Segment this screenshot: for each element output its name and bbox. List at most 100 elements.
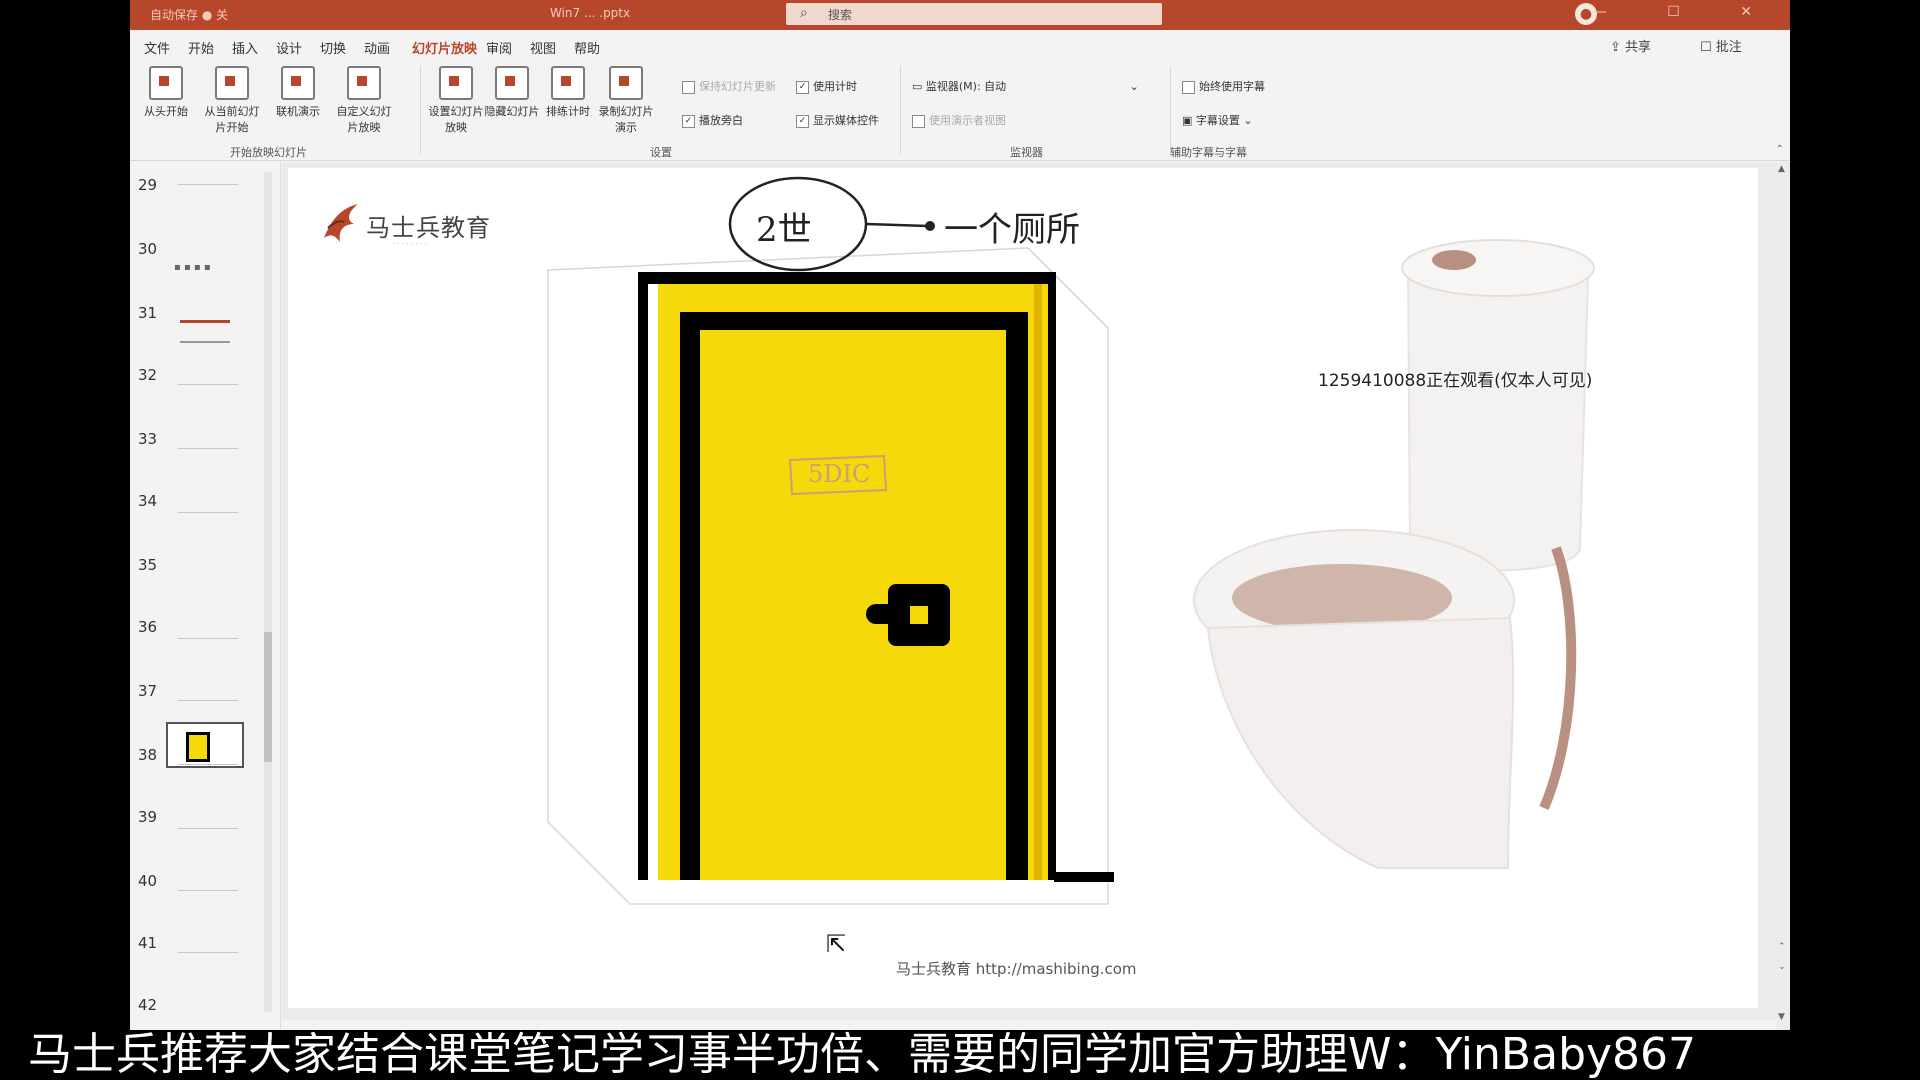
slide-thumbnail[interactable] — [178, 638, 238, 647]
record-button[interactable]: 录制幻灯片演示 — [596, 66, 656, 135]
slide-thumbnail-active[interactable] — [166, 722, 244, 768]
comments-label: 批注 — [1715, 40, 1742, 55]
slide-thumbnail[interactable] — [178, 384, 238, 393]
tab-transitions[interactable]: 切换 — [320, 38, 346, 57]
next-slide-icon[interactable]: ⌄ — [1778, 962, 1786, 972]
use-timing-checkbox[interactable]: ✓ 使用计时 — [796, 78, 857, 94]
always-subtitles-checkbox[interactable]: 始终使用字幕 — [1182, 78, 1265, 94]
checkbox-box — [912, 114, 925, 128]
slide-thumbnail[interactable] — [178, 448, 238, 457]
scrollbar-thumb[interactable] — [264, 632, 272, 762]
slide-drawing — [547, 176, 1595, 905]
custom-show-button[interactable]: 自定义幻灯片放映 — [334, 66, 394, 135]
show-media-controls-checkbox[interactable]: ✓ 显示媒体控件 — [796, 112, 879, 128]
slide-editor: 马士兵教育 · · · · · · · · 2世 一个厕所 5DIC 12594… — [282, 162, 1776, 1020]
slide-thumbnail[interactable] — [180, 320, 230, 343]
door-shade — [1034, 284, 1042, 880]
chevron-down-icon: ⌄ — [1129, 80, 1139, 93]
slide-thumbnail[interactable] — [178, 184, 238, 193]
thumb-number: 37 — [138, 682, 158, 700]
share-button[interactable]: ⇪ 共享 — [1610, 36, 1651, 55]
collapse-ribbon-icon[interactable]: ⌃ — [1776, 144, 1784, 155]
toilet-illustration — [1193, 239, 1595, 869]
search-box[interactable]: ⌕ 搜索 — [786, 3, 1162, 25]
door-sign-text: 5DIC — [808, 460, 871, 488]
group-label-monitors: 监视器 — [1010, 146, 1043, 159]
door-threshold — [1054, 872, 1114, 882]
present-online-button[interactable]: 联机演示 — [268, 66, 328, 119]
rehearse-label: 排练计时 — [546, 105, 590, 118]
search-placeholder: 搜索 — [828, 8, 853, 22]
presenter-view-label: 使用演示者视图 — [929, 114, 1006, 127]
ribbon-tabs: 文件 开始 插入 设计 切换 动画 幻灯片放映 审阅 视图 帮助 ⇪ 共享 ☐ … — [130, 30, 1790, 62]
ribbon-separator — [900, 66, 901, 154]
from-beginning-label: 从头开始 — [144, 105, 188, 118]
hide-slide-button[interactable]: 隐藏幻灯片 — [482, 66, 542, 119]
annotation-arrow — [865, 222, 929, 228]
from-current-button[interactable]: 从当前幻灯片开始 — [202, 66, 262, 135]
quick-access-toolbar[interactable]: 自动保存 ● 关 — [150, 6, 228, 23]
ribbon-separator — [1170, 66, 1171, 154]
thumb-number: 34 — [138, 492, 158, 510]
handwritten-annotation: 一个厕所 — [944, 210, 1080, 250]
door-panel — [700, 330, 1006, 880]
thumb-number: 38 — [138, 746, 158, 764]
thumb-number: 39 — [138, 808, 158, 826]
scroll-up-icon[interactable]: ▲ — [1778, 164, 1785, 174]
tab-insert[interactable]: 插入 — [232, 38, 258, 57]
slide-thumbnail-pane: 29 30 31 32 33 34 35 36 37 38 39 40 41 4… — [130, 162, 281, 1030]
thumb-number: 41 — [138, 934, 158, 952]
rehearse-button[interactable]: 排练计时 — [538, 66, 598, 119]
play-narration-checkbox[interactable]: ✓ 播放旁白 — [682, 112, 743, 128]
tab-slideshow[interactable]: 幻灯片放映 — [412, 38, 478, 62]
tab-animations[interactable]: 动画 — [364, 38, 390, 57]
thumb-number: 32 — [138, 366, 158, 384]
tab-help[interactable]: 帮助 — [574, 38, 600, 57]
subtitle-settings-button[interactable]: ▣ 字幕设置 ⌄ — [1182, 112, 1253, 128]
tab-review[interactable]: 审阅 — [486, 38, 512, 57]
thumb-number: 33 — [138, 430, 158, 448]
thumbnail-scrollbar[interactable] — [264, 172, 272, 1012]
group-label-captions: 辅助字幕与字幕 — [1170, 146, 1247, 159]
slide-thumbnail[interactable] — [178, 890, 238, 899]
checkmark-icon: ✓ — [796, 80, 809, 94]
checkbox-box — [1182, 80, 1195, 94]
record-label: 录制幻灯片演示 — [598, 105, 654, 134]
keep-updated-checkbox[interactable]: 保持幻灯片更新 — [682, 78, 776, 94]
slide-scrollbar[interactable]: ▲ ⌃ ⌄ ▼ — [1776, 162, 1790, 1030]
from-beginning-button[interactable]: 从头开始 — [136, 66, 196, 119]
slide-canvas[interactable]: 马士兵教育 · · · · · · · · 2世 一个厕所 5DIC 12594… — [288, 168, 1758, 1008]
slide-thumbnail[interactable] — [178, 952, 238, 961]
door-highlight — [648, 284, 658, 880]
checkmark-icon: ✓ — [682, 114, 695, 128]
slide-thumbnail[interactable] — [178, 512, 238, 521]
slide-thumbnail[interactable] — [178, 764, 238, 773]
window-controls[interactable]: — ☐ ✕ — [1593, 4, 1780, 20]
play-narration-label: 播放旁白 — [699, 114, 743, 127]
monitor-label: 监视器(M): — [925, 80, 981, 93]
tab-view[interactable]: 视图 — [530, 38, 556, 57]
subtitle-settings-label: 字幕设置 — [1195, 114, 1240, 127]
comments-button[interactable]: ☐ 批注 — [1700, 36, 1742, 55]
group-label-start: 开始放映幻灯片 — [230, 146, 307, 159]
presenter-view-checkbox[interactable]: 使用演示者视图 — [912, 112, 1006, 128]
slide-thumbnail[interactable] — [178, 828, 238, 837]
scroll-down-icon[interactable]: ▼ — [1778, 1012, 1785, 1022]
always-subtitles-label: 始终使用字幕 — [1199, 80, 1265, 93]
prev-slide-icon[interactable]: ⌃ — [1778, 942, 1786, 952]
tab-file[interactable]: 文件 — [144, 38, 170, 57]
thumb-number: 40 — [138, 872, 158, 890]
slide-thumbnail[interactable] — [178, 700, 238, 709]
record-icon — [609, 66, 643, 100]
door-handle-hole — [910, 606, 928, 624]
video-caption: 马士兵推荐大家结合课堂笔记学习事半功倍、需要的同学加官方助理W：YinBaby8… — [0, 1030, 1920, 1080]
tab-home[interactable]: 开始 — [188, 38, 214, 57]
monitor-select[interactable]: ▭ 监视器(M): 自动 ⌄ — [912, 78, 1139, 94]
setup-show-button[interactable]: 设置幻灯片放映 — [426, 66, 486, 135]
custom-show-icon — [347, 66, 381, 100]
slide-thumbnail[interactable]: ▪ ▪ ▪ ▪ — [174, 262, 211, 273]
tab-design[interactable]: 设计 — [276, 38, 302, 57]
slide-footer-url: 马士兵教育 http://mashibing.com — [896, 960, 1137, 978]
hide-slide-label: 隐藏幻灯片 — [484, 105, 540, 118]
thumb-number: 42 — [138, 996, 158, 1014]
